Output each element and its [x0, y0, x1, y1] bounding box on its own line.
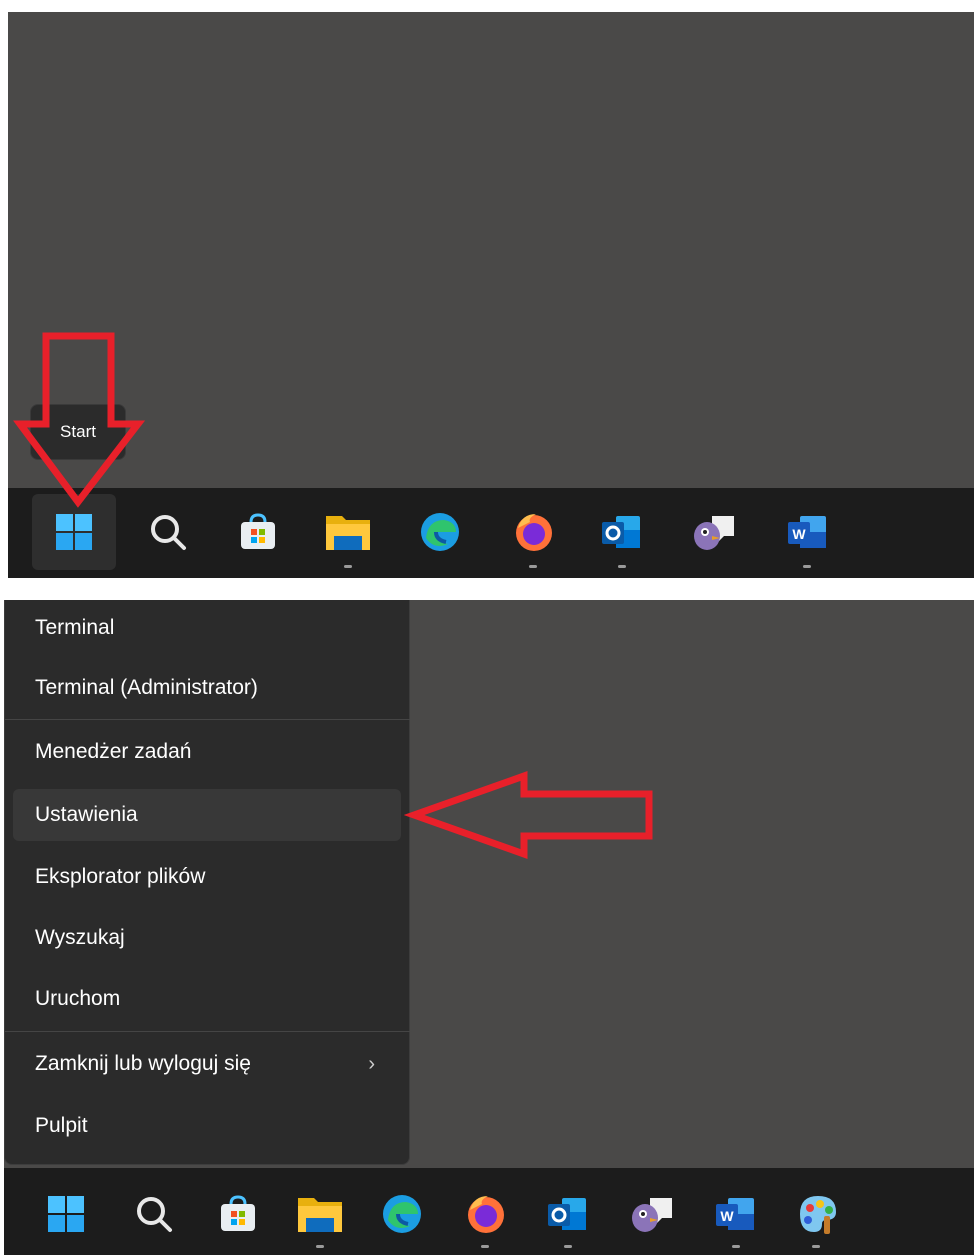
word-icon: W	[788, 516, 826, 548]
edge-button[interactable]	[378, 1190, 426, 1238]
desktop-screenshot-bottom: Terminal Terminal (Administrator) Menedż…	[4, 600, 974, 1255]
word-button[interactable]: W	[784, 508, 832, 556]
search-button[interactable]	[130, 1190, 178, 1238]
menu-separator	[5, 719, 410, 720]
running-indicator	[481, 1245, 489, 1248]
menu-item-shutdown[interactable]: Zamknij lub wyloguj się ›	[13, 1038, 401, 1090]
menu-item-label: Zamknij lub wyloguj się	[35, 1052, 251, 1075]
menu-item-task-manager[interactable]: Menedżer zadań	[13, 726, 401, 778]
search-icon	[151, 515, 186, 550]
pidgin-button[interactable]	[690, 508, 738, 556]
menu-item-run[interactable]: Uruchom	[13, 973, 401, 1025]
paint-button[interactable]	[794, 1190, 842, 1238]
file-explorer-button[interactable]	[296, 1190, 344, 1238]
firefox-button[interactable]	[510, 508, 558, 556]
menu-item-settings[interactable]: Ustawienia	[13, 789, 401, 841]
store-button[interactable]	[234, 508, 282, 556]
menu-item-label: Menedżer zadań	[35, 740, 192, 763]
search-icon	[137, 1197, 172, 1232]
running-indicator	[529, 565, 537, 568]
outlook-button[interactable]	[598, 508, 646, 556]
annotation-arrow-left	[404, 771, 653, 859]
chevron-right-icon: ›	[368, 1052, 375, 1075]
menu-item-label: Uruchom	[35, 987, 121, 1010]
start-icon	[48, 1196, 84, 1232]
firefox-icon	[468, 1196, 504, 1233]
word-icon: W	[716, 1198, 754, 1230]
winx-context-menu: Terminal Terminal (Administrator) Menedż…	[4, 600, 410, 1165]
running-indicator	[732, 1245, 740, 1248]
search-button[interactable]	[144, 508, 192, 556]
pidgin-icon	[632, 1198, 672, 1232]
running-indicator	[618, 565, 626, 568]
firefox-button[interactable]	[462, 1190, 510, 1238]
start-tooltip-label: Start	[60, 422, 96, 441]
outlook-icon	[602, 516, 640, 548]
running-indicator	[316, 1245, 324, 1248]
menu-item-search[interactable]: Wyszukaj	[13, 912, 401, 964]
menu-item-file-explorer[interactable]: Eksplorator plików	[13, 851, 401, 903]
store-icon	[221, 1195, 255, 1231]
file-explorer-button[interactable]	[324, 508, 372, 556]
file-explorer-icon	[326, 516, 370, 550]
store-button[interactable]	[214, 1190, 262, 1238]
start-icon	[56, 514, 92, 550]
start-tooltip: Start	[30, 404, 126, 460]
menu-item-label: Eksplorator plików	[35, 865, 206, 888]
store-icon	[241, 513, 275, 549]
edge-icon	[383, 1195, 421, 1233]
edge-icon	[421, 513, 459, 551]
outlook-icon	[548, 1198, 586, 1230]
edge-button[interactable]	[416, 508, 464, 556]
svg-text:W: W	[792, 526, 806, 542]
menu-item-label: Terminal (Administrator)	[35, 676, 258, 699]
start-button[interactable]	[50, 508, 98, 556]
paint-icon	[800, 1196, 836, 1234]
running-indicator	[344, 565, 352, 568]
menu-separator	[5, 1031, 410, 1032]
running-indicator	[812, 1245, 820, 1248]
pidgin-button[interactable]	[628, 1190, 676, 1238]
menu-item-label: Ustawienia	[35, 803, 138, 826]
file-explorer-icon	[298, 1198, 342, 1232]
pidgin-icon	[694, 516, 734, 550]
menu-item-label: Wyszukaj	[35, 926, 125, 949]
menu-item-desktop[interactable]: Pulpit	[13, 1100, 401, 1152]
menu-item-label: Terminal	[35, 616, 115, 639]
word-button[interactable]: W	[712, 1190, 760, 1238]
running-indicator	[564, 1245, 572, 1248]
menu-item-terminal-admin[interactable]: Terminal (Administrator)	[13, 662, 401, 714]
outlook-button[interactable]	[544, 1190, 592, 1238]
desktop-screenshot-top: Start W	[8, 12, 974, 578]
firefox-icon	[516, 514, 552, 551]
running-indicator	[803, 565, 811, 568]
menu-item-terminal[interactable]: Terminal	[13, 602, 401, 654]
menu-item-label: Pulpit	[35, 1114, 88, 1137]
svg-text:W: W	[720, 1208, 734, 1224]
start-button[interactable]	[42, 1190, 90, 1238]
